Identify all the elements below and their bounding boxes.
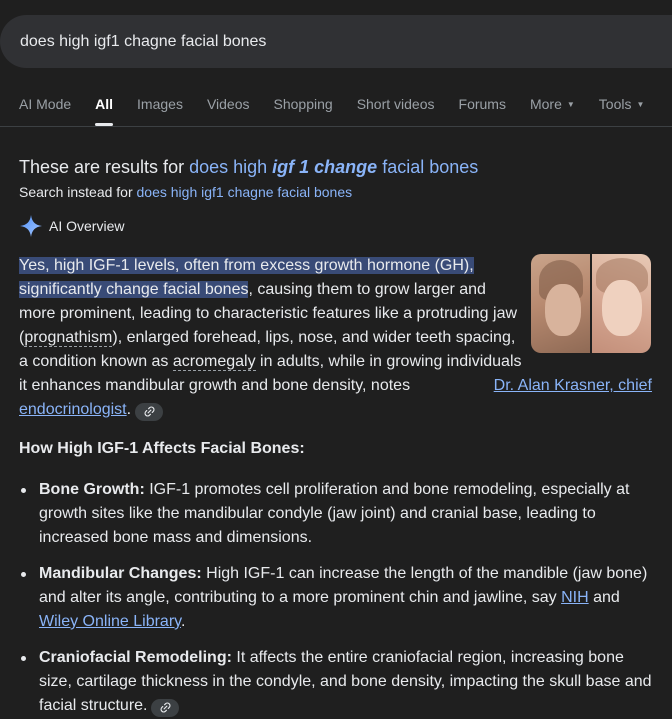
tab-ai-mode[interactable]: AI Mode <box>19 96 71 126</box>
effects-list: Bone Growth: IGF-1 promotes cell prolife… <box>19 478 659 719</box>
citation-link-krasner[interactable]: Dr. Alan Krasner, chief endocrinologist <box>19 377 652 418</box>
tab-videos[interactable]: Videos <box>207 96 250 126</box>
bullet-title: Craniofacial Remodeling: <box>39 649 232 666</box>
tab-tools-label: Tools <box>598 96 632 112</box>
term-prognathism[interactable]: prognathism <box>24 329 113 347</box>
tab-short-videos[interactable]: Short videos <box>357 96 435 126</box>
bullet-title: Mandibular Changes: <box>39 565 202 582</box>
link-icon <box>144 406 155 417</box>
caret-down-icon: ▼ <box>636 100 645 109</box>
sparkle-icon <box>20 215 42 237</box>
ai-overview-header: AI Overview <box>19 214 124 238</box>
list-item: Craniofacial Remodeling: It affects the … <box>19 646 659 718</box>
source-link-chip[interactable] <box>151 698 180 717</box>
citation-link-wiley[interactable]: Wiley Online Library <box>39 613 181 630</box>
tab-shopping[interactable]: Shopping <box>274 96 333 126</box>
tab-all[interactable]: All <box>95 96 113 126</box>
tab-more[interactable]: More ▼ <box>530 96 575 126</box>
tab-more-label: More <box>529 96 562 112</box>
search-tabs: AI Mode All Images Videos Shopping Short… <box>19 96 668 126</box>
tab-forums[interactable]: Forums <box>459 96 506 126</box>
corrected-query-part: does high <box>189 157 273 177</box>
original-query-link[interactable]: does high igf1 chagne facial bones <box>137 184 353 200</box>
ai-overview-title: AI Overview <box>49 218 125 234</box>
corrected-query-part: facial bones <box>377 157 479 177</box>
corrected-query-emphasis: igf 1 change <box>272 157 378 177</box>
source-link-chip[interactable] <box>135 402 164 421</box>
link-icon <box>160 702 171 713</box>
tab-tools[interactable]: Tools ▼ <box>599 96 645 126</box>
search-bar[interactable] <box>0 15 672 68</box>
tabs-divider <box>0 126 672 127</box>
list-item: Bone Growth: IGF-1 promotes cell prolife… <box>19 478 659 550</box>
overview-image[interactable] <box>531 254 651 353</box>
tab-images[interactable]: Images <box>137 96 183 126</box>
term-acromegaly[interactable]: acromegaly <box>172 353 256 371</box>
citation-wrap: individuals it enhances mandibular growt… <box>19 374 659 422</box>
search-input[interactable] <box>20 32 620 51</box>
face-photo-before <box>531 254 590 353</box>
caret-down-icon: ▼ <box>566 100 575 109</box>
section-subheading: How High IGF-1 Affects Facial Bones: <box>19 440 305 457</box>
bullet-text: . <box>180 613 186 630</box>
list-item: Mandibular Changes: High IGF-1 can incre… <box>19 562 659 634</box>
corrected-query-link[interactable]: does high igf 1 change facial bones <box>189 157 478 177</box>
bullet-title: Bone Growth: <box>39 481 145 498</box>
search-instead: Search instead for does high igf1 chagne… <box>19 184 352 200</box>
spelling-correction: These are results for does high igf 1 ch… <box>19 157 478 178</box>
correction-prefix: These are results for <box>19 157 190 177</box>
paragraph-text: . <box>126 401 132 418</box>
face-photo-after <box>592 254 651 353</box>
citation-link-nih[interactable]: NIH <box>561 589 589 606</box>
bullet-text: and <box>588 589 620 606</box>
search-instead-prefix: Search instead for <box>19 184 137 200</box>
highlighted-answer: Yes, high IGF-1 levels, often from exces… <box>19 257 474 274</box>
highlighted-answer: significantly change facial bones <box>19 281 249 298</box>
